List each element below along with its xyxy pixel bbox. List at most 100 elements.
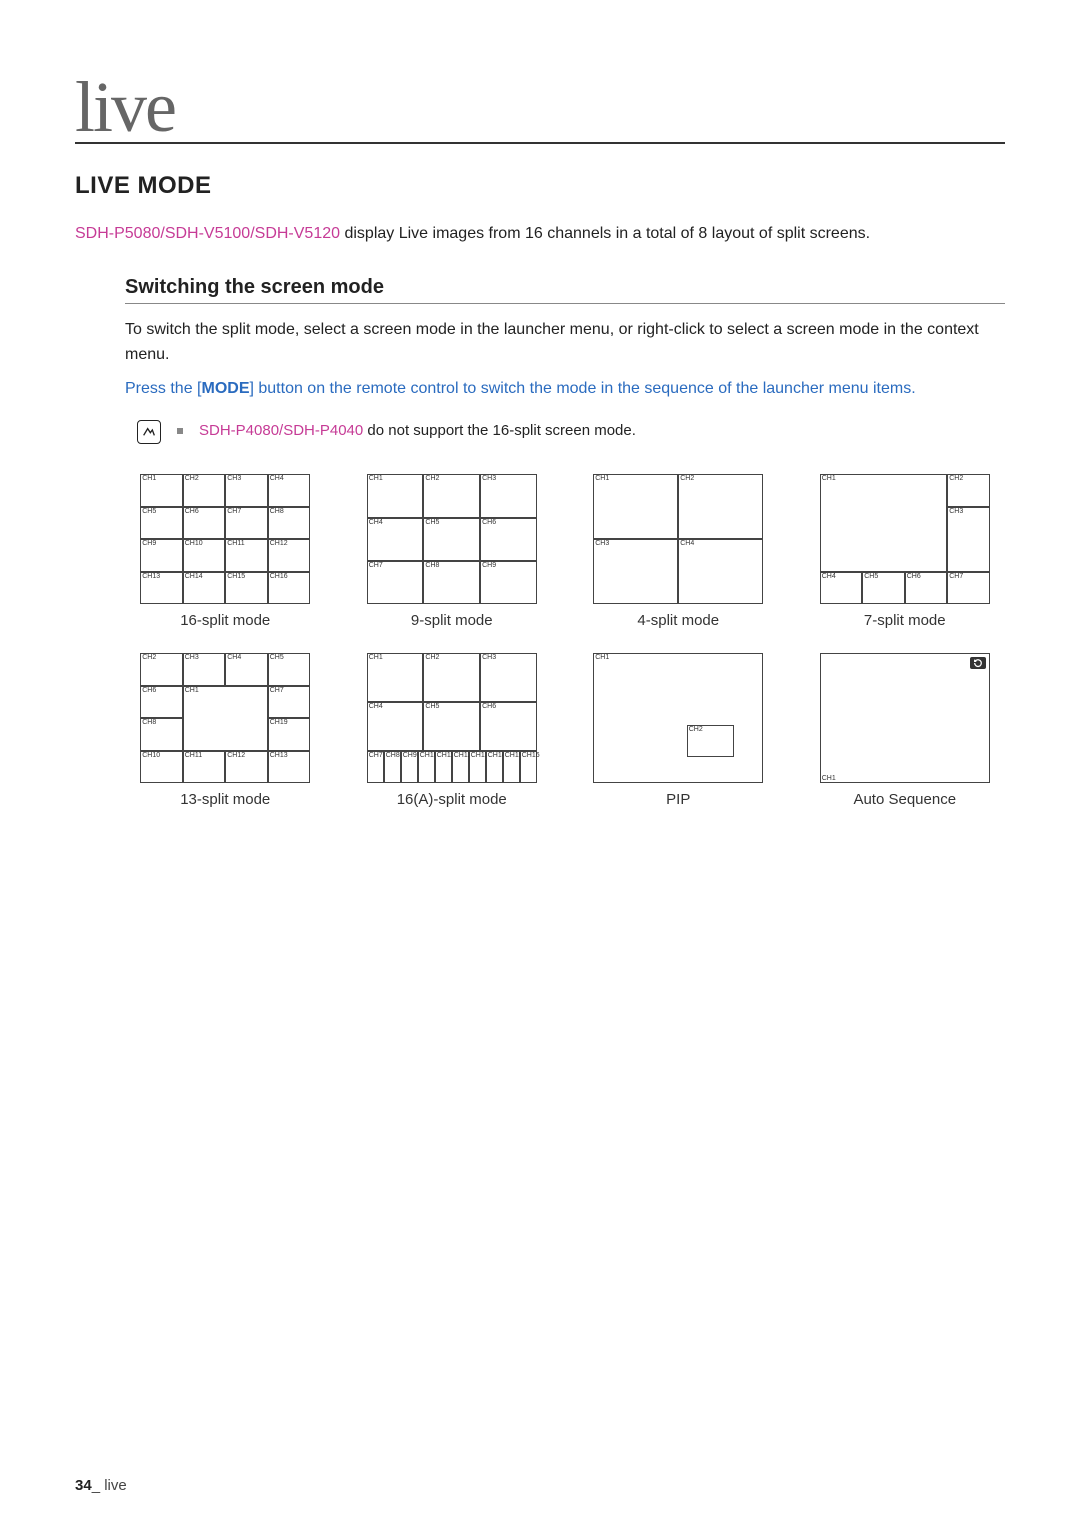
sub-title: Switching the screen mode	[125, 276, 1005, 299]
channel-cell: CH2	[678, 474, 763, 539]
channel-cell: CH8	[140, 718, 183, 751]
channel-cell: CH10	[183, 539, 226, 572]
diagram-box: CH1CH2CH3CH4CH5CH6CH7CH8CH9CH10CH11CH12C…	[367, 653, 537, 783]
channel-cell: CH14	[183, 572, 226, 605]
brand-rule	[75, 142, 1005, 144]
channel-cell: CH16	[268, 572, 311, 605]
channel-cell: CH6	[183, 507, 226, 540]
page-number: 34	[75, 1477, 92, 1494]
footer-sep: _	[92, 1477, 105, 1494]
channel-cell: CH16	[520, 751, 537, 784]
channel-cell: CH2	[183, 474, 226, 507]
channel-cell: CH12	[268, 539, 311, 572]
diagram-box: CH1	[820, 653, 990, 783]
channel-cell: CH3	[183, 653, 226, 686]
channel-cell: CH2	[140, 653, 183, 686]
diagram-box: CH1CH2CH3CH4	[593, 474, 763, 604]
channel-cell: CH12	[225, 751, 268, 784]
caption: PIP	[578, 791, 779, 808]
note-models: SDH-P4080/SDH-P4040	[199, 422, 363, 439]
bullet-icon	[177, 428, 183, 434]
channel-cell: CH4	[367, 518, 424, 561]
note-row: SDH-P4080/SDH-P4040 do not support the 1…	[125, 420, 1005, 444]
channel-cell: CH14	[486, 751, 503, 784]
channel-cell: CH5	[862, 572, 905, 605]
channel-cell: CH2	[423, 474, 480, 517]
channel-cell: CH7	[367, 751, 384, 784]
channel-cell: CH5	[423, 702, 480, 751]
channel-cell: CH9	[480, 561, 537, 604]
intro-models: SDH-P5080/SDH-V5100/SDH-V5120	[75, 225, 340, 242]
channel-cell: CH15	[503, 751, 520, 784]
body2-pre: Press the [	[125, 380, 201, 397]
channel-cell: CH11	[435, 751, 452, 784]
channel-cell: CH1	[140, 474, 183, 507]
channel-cell: CH12	[452, 751, 469, 784]
channel-cell: CH1	[820, 474, 948, 572]
diagram-16-split: CH1CH2CH3CH4CH5CH6CH7CH8CH9CH10CH11CH12C…	[125, 474, 326, 629]
channel-cell: CH9	[140, 539, 183, 572]
channel-cell: CH7	[268, 686, 311, 719]
caption: 9-split mode	[352, 612, 553, 629]
diagram-box: CH1CH2CH3 CH4CH5CH6 CH7CH8CH9	[367, 474, 537, 604]
channel-cell: CH1	[367, 474, 424, 517]
intro-paragraph: SDH-P5080/SDH-V5100/SDH-V5120 display Li…	[75, 222, 1005, 246]
channel-cell: CH5	[140, 507, 183, 540]
body2-post: ] button on the remote control to switch…	[249, 380, 915, 397]
diagram-box: CH2CH3CH4CH5CH6CH1CH7CH8CH19CH10CH11CH12…	[140, 653, 310, 783]
caption: 16-split mode	[125, 612, 326, 629]
channel-cell: CH4	[820, 572, 863, 605]
intro-rest: display Live images from 16 channels in …	[340, 225, 870, 242]
diagram-4-split: CH1CH2CH3CH4 4-split mode	[578, 474, 779, 629]
diagram-box: CH2CH1CH3CH4CH5CH6CH7	[820, 474, 990, 604]
body2-mode: MODE	[201, 380, 249, 397]
cycle-icon	[970, 657, 986, 669]
diagram-7-split: CH2CH1CH3CH4CH5CH6CH7 7-split mode	[805, 474, 1006, 629]
diagram-9-split: CH1CH2CH3 CH4CH5CH6 CH7CH8CH9 9-split mode	[352, 474, 553, 629]
channel-cell: CH13	[140, 572, 183, 605]
channel-cell: CH13	[469, 751, 486, 784]
diagram-pip: CH1CH2 PIP	[578, 653, 779, 808]
caption: 16(A)-split mode	[352, 791, 553, 808]
channel-cell: CH1	[820, 653, 990, 783]
channel-cell: CH5	[423, 518, 480, 561]
diagram-auto-sequence: CH1 Auto Sequence	[805, 653, 1006, 808]
channel-cell: CH1	[593, 474, 678, 539]
channel-cell: CH19	[268, 718, 311, 751]
channel-cell: CH6	[480, 702, 537, 751]
note-text: SDH-P4080/SDH-P4040 do not support the 1…	[199, 420, 636, 443]
channel-cell: CH7	[947, 572, 990, 605]
channel-cell: CH10	[418, 751, 435, 784]
caption: Auto Sequence	[805, 791, 1006, 808]
section-title: LIVE MODE	[75, 172, 1005, 200]
channel-cell: CH8	[268, 507, 311, 540]
channel-cell: CH7	[367, 561, 424, 604]
caption: 4-split mode	[578, 612, 779, 629]
channel-cell: CH4	[678, 539, 763, 604]
channel-cell: CH6	[905, 572, 948, 605]
channel-cell: CH6	[480, 518, 537, 561]
channel-cell: CH2	[423, 653, 480, 702]
channel-cell: CH8	[423, 561, 480, 604]
page-footer: 34_ live	[75, 1477, 127, 1494]
channel-cell: CH2	[687, 725, 735, 758]
channel-cell: CH3	[593, 539, 678, 604]
subsection: Switching the screen mode To switch the …	[75, 276, 1005, 808]
note-rest: do not support the 16-split screen mode.	[363, 422, 636, 439]
channel-cell: CH3	[225, 474, 268, 507]
channel-cell: CH1	[183, 686, 268, 751]
caption: 13-split mode	[125, 791, 326, 808]
body-text-2: Press the [MODE] button on the remote co…	[125, 377, 1005, 402]
channel-cell: CH7	[225, 507, 268, 540]
channel-cell: CH11	[183, 751, 226, 784]
channel-cell: CH4	[225, 653, 268, 686]
channel-cell: CH3	[480, 474, 537, 517]
channel-cell: CH4	[268, 474, 311, 507]
channel-cell: CH3	[480, 653, 537, 702]
diagrams-grid: CH1CH2CH3CH4CH5CH6CH7CH8CH9CH10CH11CH12C…	[125, 474, 1005, 808]
diagram-13-split: CH2CH3CH4CH5CH6CH1CH7CH8CH19CH10CH11CH12…	[125, 653, 326, 808]
sub-rule	[125, 303, 1005, 304]
channel-cell: CH13	[268, 751, 311, 784]
page-brand: live	[75, 75, 1005, 140]
body-text-1: To switch the split mode, select a scree…	[125, 318, 1005, 368]
